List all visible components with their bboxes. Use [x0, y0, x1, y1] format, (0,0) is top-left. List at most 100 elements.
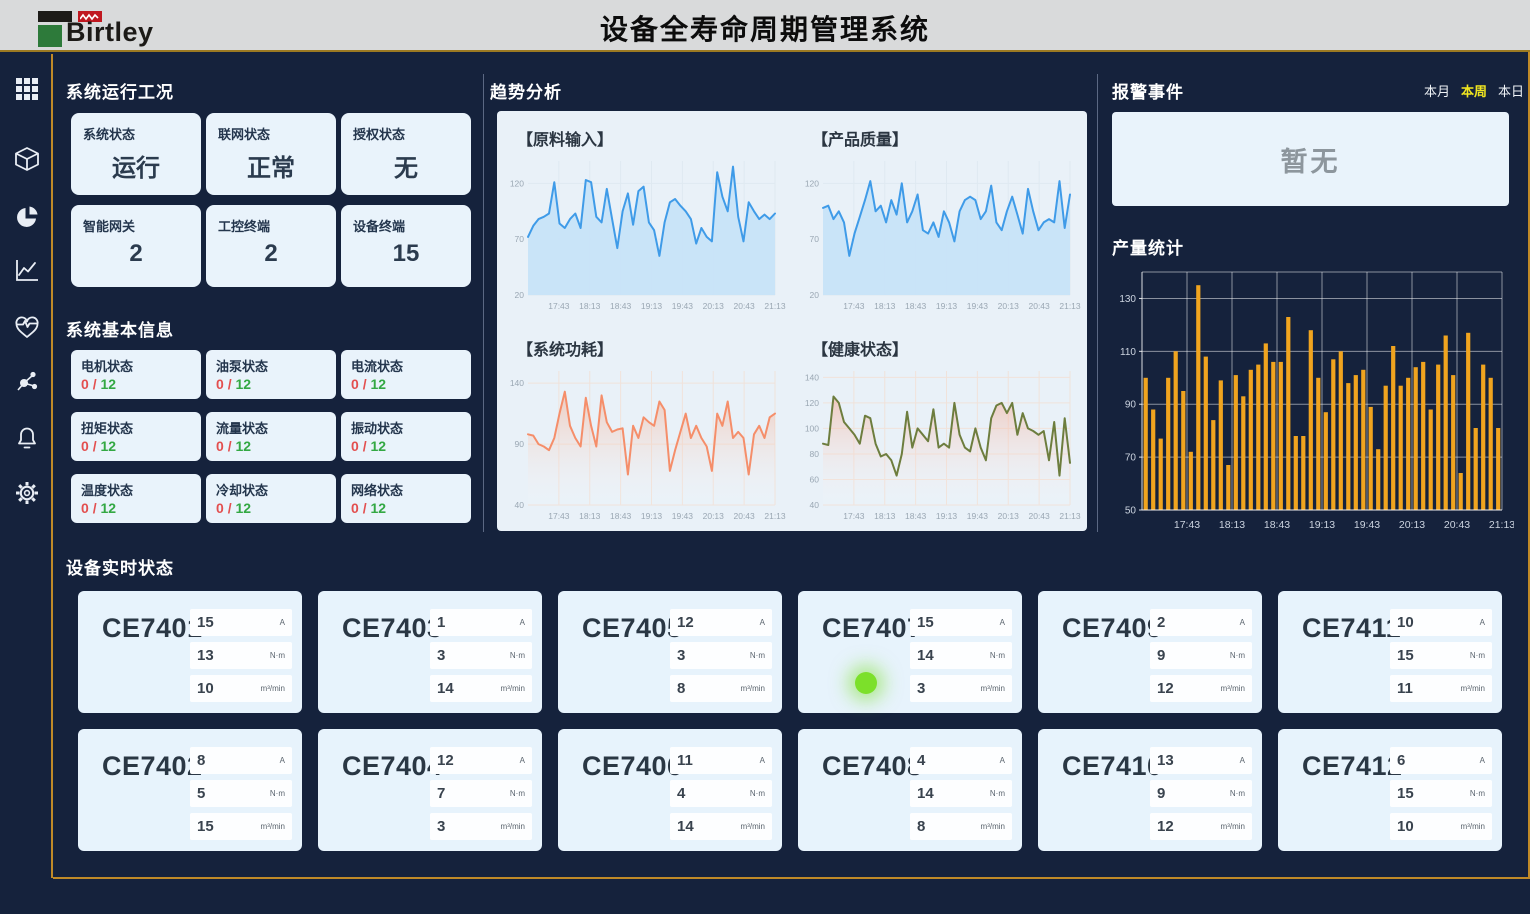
device-value-row: 4 A	[910, 747, 1012, 774]
device-card[interactable]: CE7408 4 A 14 N·m 8 m³/min	[798, 729, 1022, 851]
device-unit: A	[760, 756, 765, 765]
trend-panel: 【原料输入】 207012017:4318:1318:4319:1319:432…	[497, 111, 1087, 531]
alarm-tab-本月[interactable]: 本月	[1424, 81, 1450, 100]
status-card: 授权状态 无	[341, 113, 471, 195]
apps-grid-icon[interactable]	[13, 75, 41, 103]
device-card[interactable]: CE7406 11 A 4 N·m 14 m³/min	[558, 729, 782, 851]
device-unit: m³/min	[1461, 822, 1485, 831]
device-value-row: 9 N·m	[1150, 780, 1252, 807]
device-unit: A	[1000, 756, 1005, 765]
device-card[interactable]: CE7401 15 A 13 N·m 10 m³/min	[78, 591, 302, 713]
device-value-row: 10 m³/min	[1390, 813, 1492, 840]
device-card[interactable]: CE7403 1 A 3 N·m 14 m³/min	[318, 591, 542, 713]
status-card-value: 正常	[218, 148, 324, 183]
cube-icon[interactable]	[13, 145, 41, 173]
svg-text:18:13: 18:13	[579, 301, 601, 311]
device-value-row: 14 N·m	[910, 780, 1012, 807]
device-value: 3	[917, 680, 925, 697]
status-card-value: 无	[353, 148, 459, 183]
device-card[interactable]: CE7410 13 A 9 N·m 12 m³/min	[1038, 729, 1262, 851]
alarm-period-tabs: 本月本周本日	[1424, 81, 1524, 100]
alarm-count: 0	[81, 376, 89, 392]
device-value-row: 5 N·m	[190, 780, 292, 807]
heart-pulse-icon[interactable]	[13, 313, 41, 341]
svg-text:18:13: 18:13	[1219, 519, 1245, 531]
device-value: 9	[1157, 647, 1165, 664]
device-value-row: 3 N·m	[430, 642, 532, 669]
status-indicator-dot	[855, 672, 877, 694]
device-unit: m³/min	[1461, 684, 1485, 693]
device-value: 4	[677, 785, 685, 802]
device-value: 3	[677, 647, 685, 664]
device-value: 11	[1397, 680, 1413, 697]
info-card: 扭矩状态 0 / 12	[71, 412, 201, 461]
device-name: CE7402	[102, 751, 203, 782]
device-unit: m³/min	[981, 822, 1005, 831]
info-card-label: 振动状态	[351, 418, 461, 437]
device-value: 14	[917, 647, 934, 664]
info-card-counts: 0 / 12	[81, 438, 191, 454]
device-card[interactable]: CE7409 2 A 9 N·m 12 m³/min	[1038, 591, 1262, 713]
device-value-row: 12 A	[670, 609, 772, 636]
device-name: CE7409	[1062, 613, 1163, 644]
device-value: 12	[437, 752, 454, 769]
device-card[interactable]: CE7404 12 A 7 N·m 3 m³/min	[318, 729, 542, 851]
total-count: 12	[235, 438, 251, 454]
device-value: 14	[437, 680, 454, 697]
device-name: CE7410	[1062, 751, 1163, 782]
device-card[interactable]: CE7411 10 A 15 N·m 11 m³/min	[1278, 591, 1502, 713]
total-count: 12	[370, 438, 386, 454]
device-value: 12	[1157, 818, 1174, 835]
alarm-count: 0	[81, 438, 89, 454]
status-card-value: 15	[353, 240, 459, 268]
status-card-label: 联网状态	[218, 124, 324, 143]
device-value: 15	[917, 614, 934, 631]
device-values: 11 A 4 N·m 14 m³/min	[670, 747, 772, 846]
trend-title: 趋势分析	[490, 78, 562, 103]
device-unit: A	[280, 756, 285, 765]
device-value: 9	[1157, 785, 1165, 802]
alarm-count: 0	[351, 500, 359, 516]
molecule-icon[interactable]	[13, 367, 41, 395]
device-unit: A	[520, 618, 525, 627]
device-name: CE7407	[822, 613, 923, 644]
status-card: 设备终端 15	[341, 205, 471, 287]
svg-text:18:13: 18:13	[579, 511, 601, 521]
line-chart-icon[interactable]	[13, 256, 41, 284]
device-unit: N·m	[1470, 651, 1485, 660]
device-value: 11	[677, 752, 693, 769]
svg-text:17:43: 17:43	[548, 511, 570, 521]
device-card[interactable]: CE7405 12 A 3 N·m 8 m³/min	[558, 591, 782, 713]
pie-chart-icon[interactable]	[13, 203, 41, 231]
device-value-row: 14 m³/min	[430, 675, 532, 702]
device-card[interactable]: CE7412 6 A 15 N·m 10 m³/min	[1278, 729, 1502, 851]
device-unit: N·m	[510, 789, 525, 798]
device-name: CE7412	[1302, 751, 1403, 782]
device-name: CE7411	[1302, 613, 1401, 644]
device-card[interactable]: CE7402 8 A 5 N·m 15 m³/min	[78, 729, 302, 851]
status-card: 工控终端 2	[206, 205, 336, 287]
device-value: 13	[197, 647, 214, 664]
bell-icon[interactable]	[13, 424, 41, 452]
alarm-empty-text: 暂无	[1281, 140, 1341, 179]
alarm-tab-本日[interactable]: 本日	[1498, 81, 1524, 100]
device-unit: m³/min	[1221, 822, 1245, 831]
trend-chart-system-power: 【系统功耗】 409014017:4318:1318:4319:1319:432…	[497, 321, 792, 531]
svg-text:20:43: 20:43	[1028, 511, 1050, 521]
device-values: 8 A 5 N·m 15 m³/min	[190, 747, 292, 846]
device-value-row: 12 A	[430, 747, 532, 774]
device-value-row: 13 N·m	[190, 642, 292, 669]
trend-chart-title: 【系统功耗】	[517, 336, 613, 360]
svg-text:130: 130	[1119, 294, 1136, 305]
device-value-row: 8 m³/min	[910, 813, 1012, 840]
alarm-tab-本周[interactable]: 本周	[1461, 81, 1487, 100]
device-card[interactable]: CE7407 15 A 14 N·m 3 m³/min	[798, 591, 1022, 713]
column-divider	[483, 74, 484, 532]
svg-text:19:13: 19:13	[936, 511, 958, 521]
svg-text:120: 120	[510, 178, 524, 188]
svg-text:120: 120	[805, 398, 819, 408]
gear-icon[interactable]	[13, 479, 41, 507]
total-count: 12	[370, 500, 386, 516]
device-value-row: 15 N·m	[1390, 780, 1492, 807]
svg-text:19:43: 19:43	[672, 511, 694, 521]
